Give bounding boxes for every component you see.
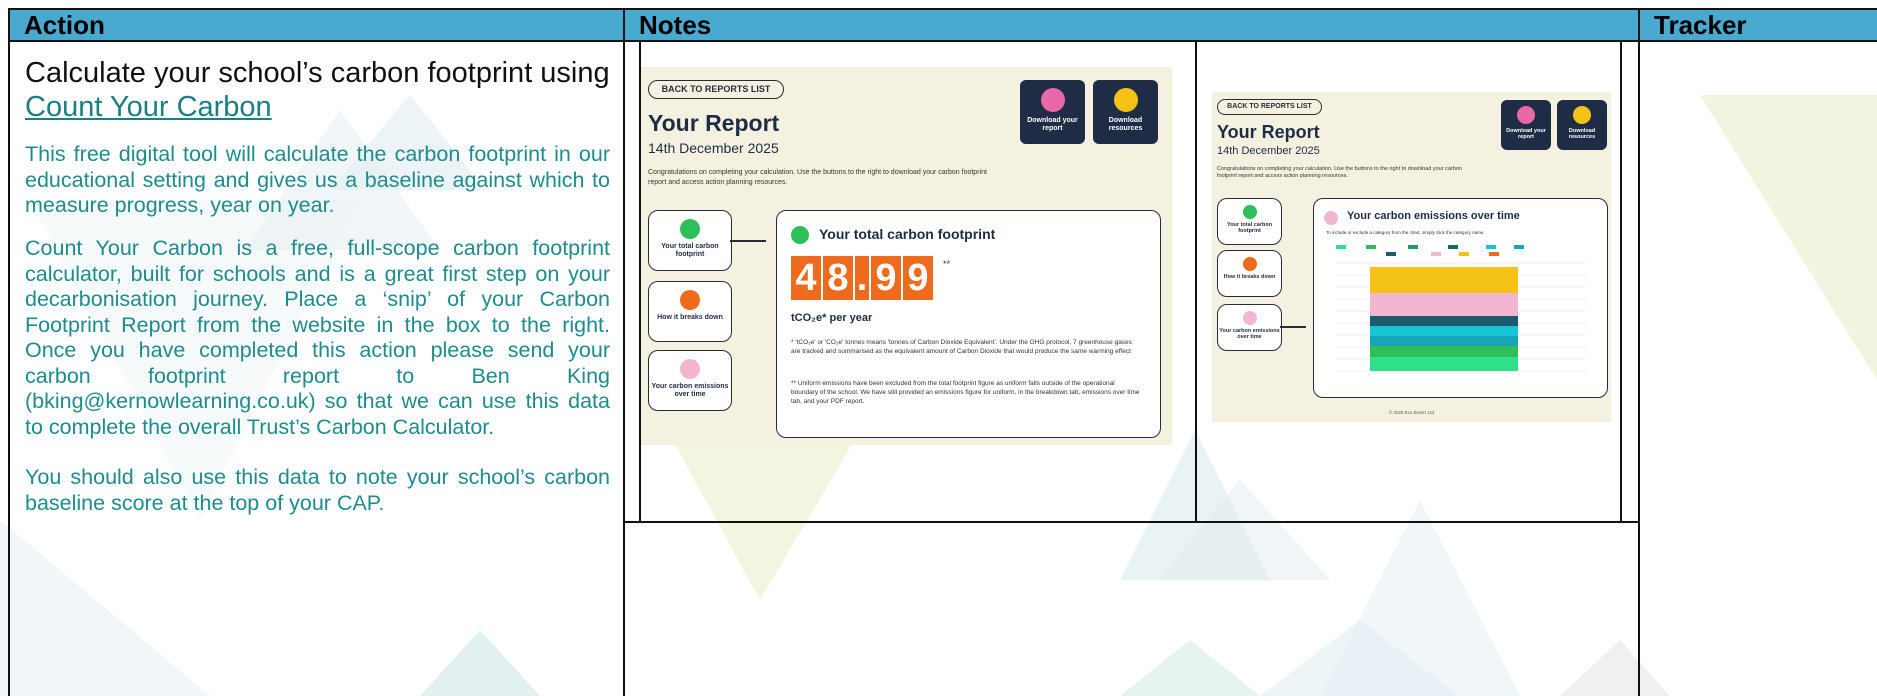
total-footprint-panel: Your total carbon footprint 48.99 ** tCO… — [776, 210, 1161, 438]
chart-legend — [1336, 245, 1524, 256]
footprint-value: 48.99 — [791, 256, 933, 302]
count-your-carbon-link[interactable]: Count Your Carbon — [25, 91, 272, 123]
chart-bar-segments — [1370, 267, 1518, 371]
lightbulb-icon — [1113, 88, 1138, 112]
footprint-digit: 8 — [823, 256, 853, 300]
report-date: 14th December 2025 — [1217, 145, 1320, 157]
header-notes: Notes — [623, 8, 1640, 42]
download-report-label: Download your report — [1027, 117, 1078, 132]
action-paragraph-3: You should also use this data to note yo… — [25, 465, 610, 515]
report-title: Your Report — [1217, 122, 1320, 142]
border-inner-right — [1620, 42, 1622, 522]
green-dot-icon — [791, 226, 809, 244]
side-tab-over-time[interactable]: Your carbon emissions over time — [648, 350, 732, 411]
side-tab-breakdown-label: How it breaks down — [657, 314, 723, 321]
border-inner-mid — [1195, 42, 1197, 522]
side-tab-breakdown-label: How it breaks down — [1223, 274, 1276, 280]
action-paragraph-1: This free digital tool will calculate th… — [25, 142, 610, 217]
emissions-stacked-bar — [1336, 245, 1586, 372]
report-date: 14th December 2025 — [648, 140, 779, 156]
report-intro: Congratulations on completing your calcu… — [648, 169, 987, 186]
download-resources-button[interactable]: Download resources — [1557, 100, 1607, 150]
side-tab-breakdown[interactable]: How it breaks down — [1217, 250, 1282, 297]
border-notes-row — [623, 521, 1640, 523]
side-tab-total-label: Your total carbon footprint — [661, 243, 719, 258]
action-title-text: Calculate your school’s carbon footprint… — [25, 57, 610, 89]
panel-hint: To include or exclude a category from th… — [1326, 230, 1485, 235]
side-tab-total[interactable]: Your total carbon footprint — [648, 210, 732, 271]
pink-dot-icon — [680, 359, 700, 379]
header-action: Action — [8, 8, 625, 42]
side-tab-over-time[interactable]: Your carbon emissions over time — [1217, 304, 1282, 351]
action-title: Calculate your school’s carbon footprint… — [25, 56, 615, 124]
footprint-digit: 9 — [871, 256, 901, 300]
connector-line — [1280, 326, 1306, 328]
footnote-1: * 'tCO₂e' or 'CO₂e' tonnes means 'tonnes… — [791, 339, 1132, 355]
side-tab-breakdown[interactable]: How it breaks down — [648, 281, 732, 342]
download-resources-button[interactable]: Download resources — [1093, 80, 1158, 144]
pink-dot-icon — [1324, 211, 1338, 225]
download-report-label: Download your report — [1506, 128, 1546, 140]
footprint-stars: ** — [943, 259, 951, 269]
orange-dot-icon — [680, 290, 700, 310]
back-to-reports-button[interactable]: BACK TO REPORTS LIST — [1217, 99, 1322, 115]
download-resources-label: Download resources — [1568, 128, 1596, 140]
lightbulb-icon — [1573, 106, 1591, 124]
download-icon — [1517, 106, 1535, 124]
green-dot-icon — [680, 219, 700, 239]
header-tracker: Tracker — [1638, 8, 1877, 42]
panel-title: Your total carbon footprint — [819, 226, 996, 242]
emissions-over-time-panel: Your carbon emissions over time To inclu… — [1313, 198, 1608, 398]
report-footer: © 2025 Eco Brainz Ltd — [1388, 410, 1435, 415]
report-intro: Congratulations on completing your calcu… — [1217, 166, 1462, 179]
download-icon — [1040, 88, 1065, 112]
pink-dot-icon — [1242, 311, 1257, 325]
download-report-button[interactable]: Download your report — [1501, 100, 1551, 150]
border-notes-tracker — [1638, 42, 1640, 696]
side-tab-over-time-label: Your carbon emissions over time — [651, 383, 729, 398]
connector-line — [730, 240, 766, 242]
report-snip-1: BACK TO REPORTS LIST Your Report 14th De… — [641, 67, 1172, 445]
report-title: Your Report — [648, 110, 780, 136]
report-snip-2: BACK TO REPORTS LIST Your Report 14th De… — [1212, 92, 1611, 422]
side-tab-total[interactable]: Your total carbon footprint — [1217, 198, 1282, 245]
footprint-unit: tCO₂e* per year — [791, 312, 873, 324]
border-action-notes — [623, 42, 625, 696]
action-paragraph-2: Count Your Carbon is a free, full-scope … — [25, 236, 610, 439]
side-tab-total-label: Your total carbon footprint — [1226, 222, 1273, 234]
green-dot-icon — [1242, 205, 1257, 219]
download-resources-label: Download resources — [1108, 117, 1143, 132]
border-left — [8, 42, 10, 696]
footnote-2: ** Uniform emissions have been excluded … — [791, 380, 1140, 405]
back-to-reports-button[interactable]: BACK TO REPORTS LIST — [648, 80, 784, 99]
panel-title: Your carbon emissions over time — [1347, 210, 1520, 222]
footprint-digit: 9 — [903, 256, 933, 300]
footprint-digit: 4 — [791, 256, 821, 300]
orange-dot-icon — [1242, 257, 1257, 271]
download-report-button[interactable]: Download your report — [1020, 80, 1085, 144]
footprint-digit: . — [855, 256, 869, 300]
side-tab-over-time-label: Your carbon emissions over time — [1219, 328, 1280, 340]
